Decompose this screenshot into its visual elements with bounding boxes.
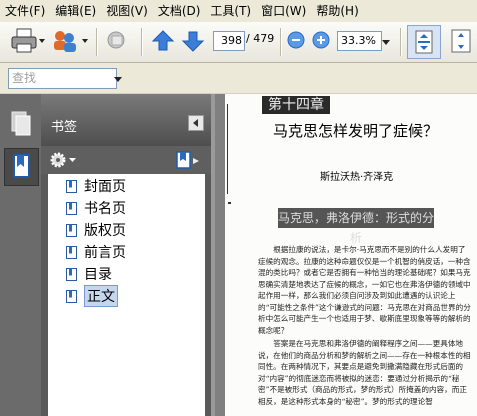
zoom-out-icon bbox=[287, 31, 305, 49]
scan-edge-line bbox=[227, 104, 228, 194]
previous-page-button[interactable] bbox=[150, 28, 176, 54]
document-view[interactable]: 第十四章 马克思怎样发明了症候？ 斯拉沃热·齐泽克 马克思，弗洛伊德：形式的分析… bbox=[215, 94, 477, 416]
bookmark-list: 封面页 书名页 版权页 前言页 目录 正文 bbox=[48, 174, 205, 416]
chapter-heading: 第十四章 bbox=[262, 96, 330, 114]
menu-view[interactable]: 视图(V) bbox=[101, 0, 153, 22]
people-icon bbox=[54, 31, 88, 52]
menu-tools[interactable]: 工具(T) bbox=[205, 0, 256, 22]
bookmark-item-cover[interactable]: 封面页 bbox=[66, 176, 126, 196]
bookmark-item-contents[interactable]: 目录 bbox=[66, 264, 112, 284]
printer-icon bbox=[11, 28, 45, 53]
menu-file[interactable]: 文件(F) bbox=[0, 0, 50, 22]
bookmark-page-icon bbox=[66, 201, 77, 215]
menu-edit[interactable]: 编辑(E) bbox=[50, 0, 101, 22]
scan-mark bbox=[228, 202, 231, 204]
chapter-title: 马克思怎样发明了症候？ bbox=[273, 122, 439, 140]
bookmark-page-icon bbox=[66, 289, 77, 303]
bookmark-page-icon bbox=[66, 223, 77, 237]
menu-help[interactable]: 帮助(H) bbox=[311, 0, 363, 22]
menu-document[interactable]: 文档(D) bbox=[153, 0, 206, 22]
review-icon bbox=[107, 31, 125, 49]
gear-icon bbox=[50, 152, 76, 168]
bookmark-item-title-page[interactable]: 书名页 bbox=[66, 198, 126, 218]
bookmark-label: 目录 bbox=[84, 267, 112, 283]
zoom-input[interactable]: 33.3% bbox=[337, 31, 382, 51]
bookmarks-panel: 书签 封面页 书名页 版权页 前言页 目录 正文 bbox=[41, 94, 211, 416]
bookmark-icon bbox=[13, 154, 30, 178]
bookmark-label: 版权页 bbox=[84, 223, 126, 239]
section-heading: 马克思，弗洛伊德：形式的分析 bbox=[278, 208, 434, 245]
find-input[interactable]: 查找 bbox=[8, 68, 117, 89]
bookmark-label: 书名页 bbox=[84, 201, 126, 217]
chevron-down-icon bbox=[114, 77, 122, 82]
navigation-strip bbox=[0, 94, 41, 416]
bookmark-item-copyright[interactable]: 版权页 bbox=[66, 220, 126, 240]
body-paragraph: 答案是在马克思和弗洛伊德的阐释程序之间——更具体地说，在他们的商品分析和梦的解析… bbox=[258, 338, 472, 416]
fit-width-icon bbox=[451, 29, 471, 53]
collapse-panel-button[interactable] bbox=[188, 115, 204, 131]
fit-page-icon bbox=[415, 30, 433, 54]
share-button[interactable] bbox=[48, 27, 90, 55]
zoom-in-button[interactable] bbox=[312, 31, 330, 49]
pages-panel-button[interactable] bbox=[9, 110, 33, 138]
print-button[interactable] bbox=[6, 27, 46, 55]
chevron-left-icon bbox=[193, 119, 198, 127]
zoom-out-button[interactable] bbox=[287, 31, 305, 49]
arrow-down-icon bbox=[181, 31, 205, 52]
page-total: / 479 bbox=[246, 32, 275, 45]
new-bookmark-button[interactable] bbox=[175, 150, 201, 170]
arrow-up-icon bbox=[151, 30, 175, 51]
page-number-input[interactable]: 398 bbox=[213, 31, 245, 51]
find-toolbar: 查找 bbox=[0, 63, 477, 93]
panel-header: 书签 bbox=[41, 94, 211, 146]
bookmarks-panel-button[interactable] bbox=[4, 148, 39, 186]
document-page: 第十四章 马克思怎样发明了症候？ 斯拉沃热·齐泽克 马克思，弗洛伊德：形式的分析… bbox=[225, 94, 477, 416]
bookmark-item-preface[interactable]: 前言页 bbox=[66, 242, 126, 262]
panel-toolbar bbox=[41, 146, 211, 174]
menu-bar: 文件(F) 编辑(E) 视图(V) 文档(D) 工具(T) 窗口(W) 帮助(H… bbox=[0, 0, 477, 23]
body-paragraph: 根据拉康的说法，是卡尔·马克思而不是别的什么人发明了症候的观念。拉康的这种命题仅… bbox=[258, 244, 472, 338]
chapter-author: 斯拉沃热·齐泽克 bbox=[320, 172, 394, 183]
zoom-dropdown-button[interactable] bbox=[381, 36, 391, 46]
bookmark-label: 封面页 bbox=[84, 179, 126, 195]
bookmark-page-icon bbox=[66, 267, 77, 281]
bookmark-label: 正文 bbox=[84, 285, 118, 307]
new-bookmark-icon bbox=[176, 151, 199, 169]
next-page-button[interactable] bbox=[180, 28, 206, 54]
bookmark-page-icon bbox=[66, 245, 77, 259]
options-button[interactable] bbox=[49, 151, 79, 169]
paragraph-text: 根据拉康的说法，是卡尔·马克思而不是别的什么人发明了症候的观念。拉康的这种命题仅… bbox=[258, 245, 471, 335]
chevron-down-icon bbox=[382, 40, 390, 45]
bookmark-label: 前言页 bbox=[84, 245, 126, 261]
fit-page-button[interactable] bbox=[407, 25, 441, 59]
paragraph-text: 答案是在马克思和弗洛伊德的阐释程序之间——更具体地说，在他们的商品分析和梦的解析… bbox=[258, 339, 471, 406]
bookmark-page-icon bbox=[66, 179, 77, 193]
bookmark-item-main-text[interactable]: 正文 bbox=[66, 285, 118, 307]
menu-window[interactable]: 窗口(W) bbox=[256, 0, 311, 22]
find-options-button[interactable] bbox=[113, 68, 123, 89]
toolbar: 398 / 479 33.3% bbox=[0, 22, 477, 63]
zoom-in-icon bbox=[312, 31, 330, 49]
review-button[interactable] bbox=[103, 27, 133, 55]
fit-width-button[interactable] bbox=[448, 27, 474, 55]
pages-icon bbox=[11, 111, 31, 136]
panel-title: 书签 bbox=[51, 120, 78, 135]
